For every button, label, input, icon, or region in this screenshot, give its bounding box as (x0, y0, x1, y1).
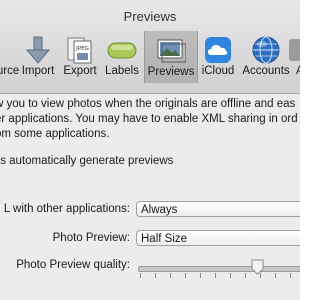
quality-slider-knob[interactable] (251, 259, 264, 275)
tab-import[interactable]: Import (20, 32, 56, 82)
previews-icon (157, 39, 186, 63)
slider-tick (275, 273, 276, 278)
slider-tick (200, 273, 201, 278)
window-title: Previews (123, 9, 177, 24)
photo-preview-value: Half Size (141, 233, 188, 245)
labels-icon (107, 42, 137, 59)
share-previews-popup[interactable]: Always (136, 201, 300, 217)
toolbar: Previews Source Import JPEG Export (0, 0, 300, 94)
slider-tick (170, 273, 171, 278)
share-previews-value: Always (141, 204, 178, 216)
advanced-icon (289, 39, 300, 61)
slider-tick (290, 273, 291, 278)
description-line: om some applications. (0, 128, 110, 140)
slider-tick (185, 273, 186, 278)
quality-slider-track[interactable] (138, 266, 300, 272)
slider-tick (230, 273, 231, 278)
import-arrow-icon (25, 36, 51, 64)
previews-pane: w you to view photos when the originals … (0, 94, 300, 300)
accounts-globe-icon (252, 36, 280, 64)
icloud-icon (205, 37, 231, 63)
tab-advanced-label: A (296, 65, 300, 77)
slider-tick (140, 273, 141, 278)
photo-preview-popup[interactable]: Half Size (136, 230, 300, 246)
svg-text:JPEG: JPEG (75, 46, 89, 52)
photo-preview-label: Photo Preview: (52, 232, 130, 244)
slider-tick (155, 273, 156, 278)
description-line: er applications. You may have to enable … (0, 113, 298, 125)
description-line: w you to view photos when the originals … (0, 98, 296, 110)
tab-accounts-label: Accounts (242, 65, 290, 77)
preferences-window: Previews Source Import JPEG Export (0, 0, 300, 300)
slider-tick (245, 273, 246, 278)
tab-accounts[interactable]: Accounts (242, 32, 290, 82)
tab-export[interactable]: JPEG Export (62, 32, 98, 82)
export-jpeg-icon: JPEG (67, 37, 92, 64)
previews-description: w you to view photos when the originals … (0, 97, 300, 142)
share-previews-label: L with other applications: (3, 203, 130, 215)
tab-advanced[interactable]: A (289, 32, 300, 82)
tab-icloud[interactable]: iCloud (200, 32, 236, 82)
photo-preview-quality-label: Photo Preview quality: (16, 259, 130, 271)
auto-generate-previews-checkbox-label[interactable]: ts automatically generate previews (0, 155, 173, 167)
slider-tick (215, 273, 216, 278)
